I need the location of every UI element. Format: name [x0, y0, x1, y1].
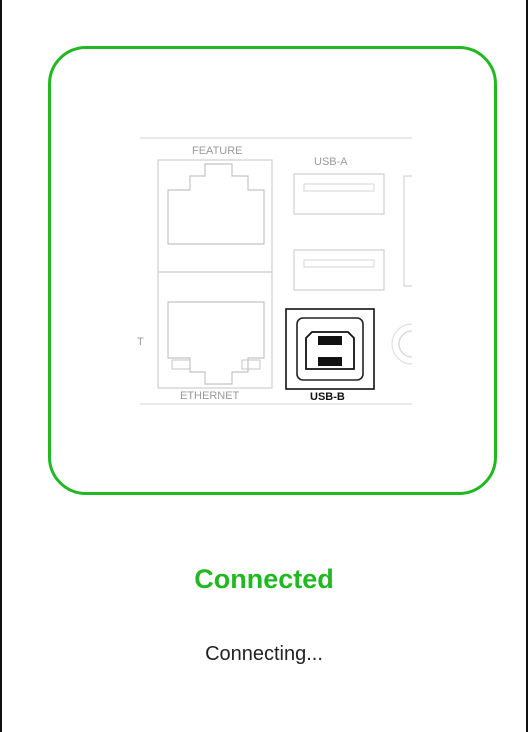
usb-b-port-icon [285, 308, 375, 390]
usb-a-label: USB-A [314, 156, 348, 168]
usb-b-label: USB-B [310, 391, 345, 403]
port-panel-illustration: FEATURE ETHERNET USB-A USB-B T [88, 90, 412, 406]
edge-letter-label: T [137, 336, 144, 348]
round-connector-icon [391, 323, 412, 365]
usb-a-port-icon [293, 173, 385, 215]
partial-port-outline [403, 175, 412, 287]
ethernet-label: ETHERNET [180, 390, 240, 402]
ethernet-port-icon [157, 271, 273, 389]
status-subtitle: Connecting... [205, 643, 323, 665]
usb-a-port-icon-2 [293, 249, 385, 291]
feature-label: FEATURE [192, 145, 243, 157]
feature-port-icon [157, 159, 273, 273]
left-frame-border [0, 0, 2, 732]
screen: FEATURE ETHERNET USB-A USB-B T Connected… [0, 0, 528, 732]
port-panel-svg: FEATURE ETHERNET USB-A USB-B T [137, 137, 412, 405]
status-title: Connected [194, 564, 334, 594]
